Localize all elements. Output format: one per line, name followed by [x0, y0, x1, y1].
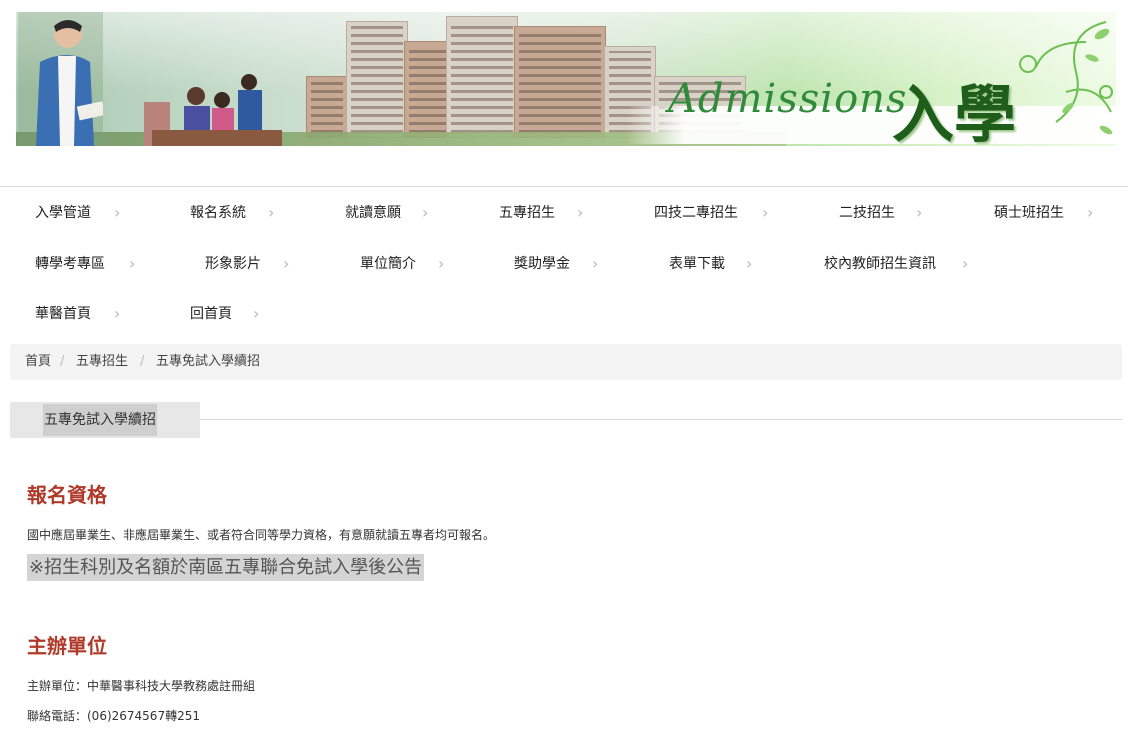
eligibility-text: 國中應屆畢業生、非應屆畢業生、或者符合同等學力資格，有意願就讀五專者均可報名。	[27, 528, 496, 542]
nav-item-four-year-two-year-admission[interactable]: 四技二專招生	[654, 198, 738, 228]
nav-item-form-downloads[interactable]: 表單下載	[669, 249, 725, 279]
chevron-right-icon: ›	[762, 203, 769, 222]
nav-item-promo-videos[interactable]: 形象影片	[205, 249, 261, 279]
main-nav-row-2: 轉學考專區 › 形象影片 › 單位簡介 › 獎助學金 › 表單下載 › 校內教師…	[0, 249, 1128, 279]
nav-item-unit-intro[interactable]: 單位簡介	[360, 249, 416, 279]
nav-item-transfer-exam[interactable]: 轉學考專區	[35, 249, 105, 279]
banner-building	[306, 76, 348, 138]
nav-item-admission-channels[interactable]: 入學管道	[35, 198, 91, 228]
banner-building	[446, 16, 518, 138]
nav-item-two-year-tech-admission[interactable]: 二技招生	[839, 198, 895, 228]
header-banner: Admissions 入學	[16, 12, 1116, 146]
banner-building	[404, 41, 451, 138]
section-divider	[200, 419, 1122, 420]
chevron-right-icon: ›	[962, 254, 969, 273]
chevron-right-icon: ›	[1087, 203, 1094, 222]
chevron-right-icon: ›	[577, 203, 584, 222]
breadcrumb-current-page: 五專免試入學續招	[156, 354, 261, 369]
eligibility-heading: 報名資格	[27, 483, 107, 507]
banner-brand-script: Admissions	[668, 76, 908, 122]
organizer-heading: 主辦單位	[27, 634, 107, 658]
nav-item-five-year-admission[interactable]: 五專招生	[499, 198, 555, 228]
organizer-unit: 主辦單位：中華醫事科技大學教務處註冊組	[27, 679, 256, 693]
nav-item-scholarships[interactable]: 獎助學金	[514, 249, 570, 279]
chevron-right-icon: ›	[129, 254, 136, 273]
nav-item-back-home[interactable]: 回首頁	[190, 299, 232, 329]
chevron-right-icon: ›	[268, 203, 275, 222]
chevron-right-icon: ›	[438, 254, 445, 273]
nav-item-university-home[interactable]: 華醫首頁	[35, 299, 91, 329]
chevron-right-icon: ›	[422, 203, 429, 222]
chevron-right-icon: ›	[253, 304, 260, 323]
nav-divider	[0, 186, 1128, 187]
students-illustration	[144, 74, 282, 146]
organizer-phone: 聯絡電話：(06)2674567轉251	[27, 709, 200, 723]
quota-notice: ※招生科別及名額於南區五專聯合免試入學後公告	[27, 554, 425, 581]
nav-item-teacher-recruitment-info[interactable]: 校內教師招生資訊	[824, 249, 936, 279]
chevron-right-icon: ›	[283, 254, 290, 273]
breadcrumb-five-year-link[interactable]: 五專招生	[76, 344, 128, 380]
breadcrumb-separator: /	[60, 354, 65, 369]
breadcrumb-separator: /	[140, 354, 145, 369]
chevron-right-icon: ›	[592, 254, 599, 273]
nav-item-enrollment-intent[interactable]: 就讀意願	[345, 198, 401, 228]
breadcrumb-home-link[interactable]: 首頁	[25, 344, 51, 380]
banner-building	[346, 21, 408, 138]
chevron-right-icon: ›	[916, 203, 923, 222]
nav-item-registration-system[interactable]: 報名系統	[190, 198, 246, 228]
chevron-right-icon: ›	[114, 203, 121, 222]
banner-building	[514, 26, 606, 138]
main-nav-row-1: 入學管道 › 報名系統 › 就讀意願 › 五專招生 › 四技二專招生 › 二技招…	[0, 198, 1128, 228]
section-tab-label: 五專免試入學續招	[43, 404, 157, 436]
chevron-right-icon: ›	[746, 254, 753, 273]
student-illustration	[18, 12, 103, 146]
banner-brand-title: 入學	[892, 78, 1017, 146]
main-nav-row-3: 華醫首頁 › 回首頁 ›	[0, 299, 1128, 329]
chevron-right-icon: ›	[114, 304, 121, 323]
floral-swirl-decoration	[1019, 21, 1113, 135]
nav-item-masters-admission[interactable]: 碩士班招生	[994, 198, 1064, 228]
breadcrumb: 首頁 / 五專招生 / 五專免試入學續招	[10, 344, 1122, 380]
